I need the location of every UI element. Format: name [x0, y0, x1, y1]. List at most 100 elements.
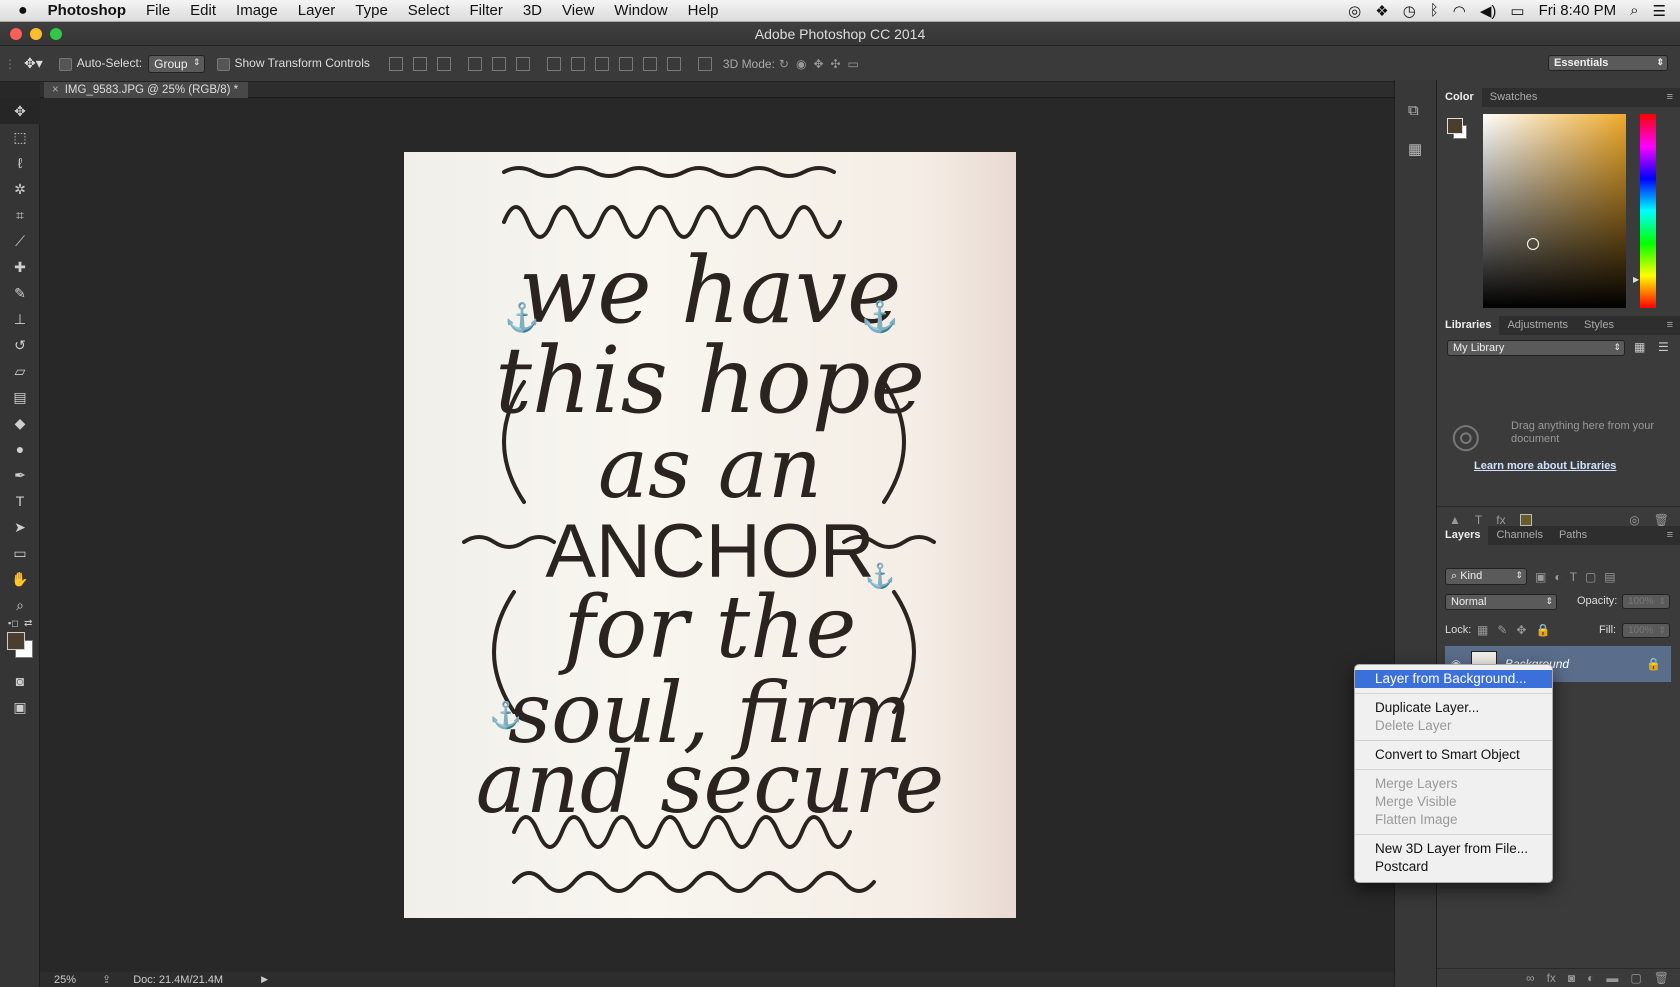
panel-menu-icon[interactable]: ≡ [1659, 88, 1680, 107]
gradient-tool-icon[interactable]: ▤ [0, 384, 40, 410]
status-menu-arrow-icon[interactable]: ▶ [261, 974, 268, 985]
tab-paths[interactable]: Paths [1551, 526, 1595, 545]
library-list-view-icon[interactable]: ☰ [1658, 340, 1669, 354]
tab-channels[interactable]: Channels [1488, 526, 1550, 545]
tab-swatches[interactable]: Swatches [1482, 88, 1546, 107]
brush-tool-icon[interactable]: ✎ [0, 280, 40, 306]
eraser-tool-icon[interactable]: ▱ [0, 358, 40, 384]
lasso-tool-icon[interactable]: ℓ [0, 150, 40, 176]
add-graphic-icon[interactable]: ▲ [1449, 513, 1461, 527]
history-brush-tool-icon[interactable]: ↺ [0, 332, 40, 358]
layer-mask-icon[interactable]: ◙ [1568, 971, 1575, 985]
menu-edit[interactable]: Edit [180, 0, 226, 22]
delete-layer-icon[interactable]: 🗑 [1654, 971, 1669, 985]
volume-icon[interactable]: ◀) [1480, 2, 1497, 20]
menu-item-duplicate-layer[interactable]: Duplicate Layer... [1355, 699, 1552, 717]
link-layers-icon[interactable]: ∞ [1526, 971, 1535, 985]
zoom-window-icon[interactable] [50, 28, 62, 40]
document-image[interactable]: we have this hope as an ANCHOR for the s… [404, 152, 1016, 918]
crop-tool-icon[interactable]: ⌗ [0, 202, 40, 228]
distribute-hcenter-icon[interactable] [642, 56, 657, 71]
battery-icon[interactable]: ▭ [1510, 2, 1524, 20]
notification-center-icon[interactable]: ☰ [1653, 2, 1666, 20]
move-tool-icon[interactable]: ✥ [0, 98, 40, 124]
new-layer-icon[interactable]: ▢ [1630, 971, 1641, 985]
add-layer-style-icon[interactable]: fx [1496, 513, 1505, 527]
healing-brush-tool-icon[interactable]: ✚ [0, 254, 40, 280]
dodge-tool-icon[interactable]: ● [0, 436, 40, 462]
auto-select-dropdown[interactable]: Group [148, 54, 205, 73]
menu-image[interactable]: Image [226, 0, 288, 22]
time-machine-icon[interactable]: ◷ [1403, 2, 1416, 20]
hand-tool-icon[interactable]: ✋ [0, 566, 40, 592]
wifi-icon[interactable]: ◠ [1453, 2, 1466, 20]
screen-mode-icon[interactable]: ▣ [0, 694, 40, 720]
add-character-style-icon[interactable]: T [1475, 513, 1482, 527]
color-field[interactable] [1483, 114, 1626, 308]
apple-menu-icon[interactable]: ● [0, 0, 38, 22]
menu-window[interactable]: Window [604, 0, 677, 22]
menu-item-postcard[interactable]: Postcard [1355, 858, 1552, 876]
menu-filter[interactable]: Filter [460, 0, 513, 22]
clone-stamp-tool-icon[interactable]: ⊥ [0, 306, 40, 332]
menu-file[interactable]: File [136, 0, 180, 22]
creative-cloud-icon[interactable]: ◎ [1348, 2, 1361, 20]
color-picker-cursor[interactable] [1527, 238, 1539, 250]
hue-slider[interactable] [1640, 114, 1656, 308]
auto-align-icon[interactable] [697, 56, 712, 71]
3d-mode-tools[interactable]: ↻◉✥✣▭ [779, 57, 866, 71]
library-grid-view-icon[interactable]: ▦ [1634, 340, 1645, 354]
quick-mask-icon[interactable]: ◙ [0, 668, 40, 694]
zoom-tool-icon[interactable]: ⌕ [0, 592, 40, 618]
opacity-field[interactable]: 100% [1622, 594, 1670, 609]
fill-field[interactable]: 100% [1622, 623, 1670, 638]
close-window-icon[interactable] [10, 28, 22, 40]
tab-libraries[interactable]: Libraries [1437, 316, 1500, 335]
history-panel-icon[interactable]: ⧉ [1408, 102, 1419, 119]
filter-smart-object-icon[interactable]: ▤ [1604, 570, 1615, 584]
panel-menu-icon[interactable]: ≡ [1659, 316, 1680, 335]
bluetooth-icon[interactable]: ᛒ [1430, 2, 1439, 19]
dropbox-icon[interactable]: ❖ [1375, 2, 1388, 20]
align-hcenter-icon[interactable] [491, 56, 506, 71]
filter-pixel-icon[interactable]: ▣ [1535, 570, 1546, 584]
align-left-icon[interactable] [467, 56, 482, 71]
tab-color[interactable]: Color [1437, 88, 1482, 107]
foreground-color-swatch[interactable] [7, 632, 25, 650]
menu-layer[interactable]: Layer [288, 0, 346, 22]
blur-tool-icon[interactable]: ◆ [0, 410, 40, 436]
align-top-icon[interactable] [388, 56, 403, 71]
filter-shape-icon[interactable]: ▢ [1585, 570, 1596, 584]
distribute-right-icon[interactable] [666, 56, 681, 71]
sync-status-icon[interactable]: ◎ [1629, 513, 1639, 527]
close-tab-icon[interactable]: × [52, 84, 59, 96]
learn-libraries-link[interactable]: Learn more about Libraries [1474, 460, 1616, 472]
auto-select-checkbox[interactable] [58, 57, 72, 71]
lock-buttons[interactable]: ▦✎✥🔒 [1477, 623, 1559, 637]
hue-slider-handle-icon[interactable]: ▶ [1633, 275, 1639, 284]
workspace-switcher[interactable]: Essentials [1548, 55, 1668, 71]
show-transform-checkbox[interactable] [216, 57, 230, 71]
menu-view[interactable]: View [552, 0, 604, 22]
color-panel-foreground-swatch[interactable] [1447, 118, 1463, 134]
swap-colors-icon[interactable]: ⇄ [24, 618, 32, 629]
menu-item-convert-smart-object[interactable]: Convert to Smart Object [1355, 746, 1552, 764]
blend-mode-dropdown[interactable]: Normal [1445, 594, 1557, 610]
document-tab[interactable]: × IMG_9583.JPG @ 25% (RGB/8) * [44, 82, 248, 99]
tab-adjustments[interactable]: Adjustments [1499, 316, 1576, 335]
add-color-icon[interactable] [1519, 513, 1532, 526]
align-right-icon[interactable] [515, 56, 530, 71]
menu-photoshop[interactable]: Photoshop [38, 0, 136, 22]
menu-help[interactable]: Help [678, 0, 729, 22]
filter-type-icon[interactable]: T [1570, 570, 1577, 584]
rectangle-tool-icon[interactable]: ▭ [0, 540, 40, 566]
tab-styles[interactable]: Styles [1576, 316, 1622, 335]
layer-filter-dropdown[interactable]: ⌕ Kind [1445, 568, 1527, 585]
zoom-level[interactable]: 25% [40, 974, 90, 986]
panel-menu-icon[interactable]: ≡ [1659, 526, 1680, 545]
menu-3d[interactable]: 3D [513, 0, 552, 22]
menu-item-layer-from-background[interactable]: Layer from Background... [1355, 670, 1552, 688]
magic-wand-tool-icon[interactable]: ✲ [0, 176, 40, 202]
eyedropper-tool-icon[interactable]: ⟋ [0, 228, 40, 254]
distribute-top-icon[interactable] [546, 56, 561, 71]
